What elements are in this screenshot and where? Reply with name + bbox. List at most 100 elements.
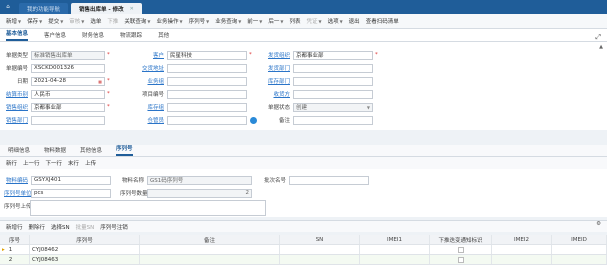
batch-sn-button[interactable]: 批量SN: [76, 223, 95, 231]
select-sn-button[interactable]: 选择SN: [51, 223, 70, 231]
tab-customer-info[interactable]: 客户信息: [44, 31, 66, 41]
qty-input[interactable]: 2: [147, 188, 252, 198]
stock-dept-input[interactable]: [293, 76, 373, 86]
toolbar-item-6[interactable]: 关联查询▼: [124, 17, 150, 25]
stockkeeper-input[interactable]: [167, 115, 247, 125]
bill-type-input[interactable]: 标准销售出库单: [31, 50, 105, 60]
field-delivery-dept: 发货部门: [266, 63, 373, 73]
tab-serial-no[interactable]: 序列号: [116, 144, 133, 156]
toolbar-item-1[interactable]: 保存▼: [27, 17, 42, 25]
customer-input[interactable]: 民星科技: [167, 50, 247, 60]
toolbar-item-9[interactable]: 业务查询▼: [215, 17, 241, 25]
tab-logistics[interactable]: 物流跟踪: [120, 31, 142, 41]
toolbar-item-5[interactable]: 下推: [107, 17, 118, 25]
chevron-down-icon: ▼: [179, 19, 183, 24]
chevron-down-icon: ▼: [259, 19, 263, 24]
tab-other[interactable]: 其他: [158, 31, 169, 41]
tab-other-info[interactable]: 其他信息: [80, 146, 102, 156]
tab-basic-info[interactable]: 基本信息: [6, 29, 29, 41]
material-name-input[interactable]: GS1码序列号: [147, 175, 252, 185]
grid-toolbar: 新增行 删除行 选择SN 批量SN 序列号注销: [0, 220, 607, 232]
material-code-input[interactable]: GSYXJ401: [31, 175, 111, 185]
grid-header: 序号 序列号 备注 SN IMEI1 下推迭变通知标识 IMEI2 IMEID: [0, 235, 607, 245]
field-material-name: 物料名称 GS1码序列号: [120, 175, 252, 185]
stock-group-input[interactable]: [167, 102, 247, 112]
remark-input[interactable]: [293, 115, 373, 125]
field-receiver: 收货方: [266, 89, 373, 99]
receiver-input[interactable]: [293, 89, 373, 99]
last-row-button[interactable]: 末行: [68, 159, 79, 167]
field-currency: 结算币别 人民币 *: [5, 89, 110, 99]
serial-cancel-button[interactable]: 序列号注销: [100, 223, 128, 231]
tab-detail-info[interactable]: 明细信息: [8, 146, 30, 156]
window-titlebar: ⌂ 我的功能导航 销售出库单 - 修改 ✕: [0, 0, 607, 14]
toolbar-item-3[interactable]: 审核▼: [69, 17, 84, 25]
field-project-no: 项目编号: [140, 89, 247, 99]
home-icon: ⌂: [6, 4, 10, 10]
chevron-down-icon: ▼: [147, 19, 151, 24]
bill-no-input[interactable]: XSCKD001326: [31, 63, 105, 73]
chevron-down-icon: ▼: [366, 104, 370, 110]
toolbar-item-2[interactable]: 提交▼: [48, 17, 63, 25]
first-row-button[interactable]: 新行: [6, 159, 17, 167]
delivery-dept-input[interactable]: [293, 63, 373, 73]
serial-upload-textarea[interactable]: [30, 200, 266, 216]
serial-grid: 序号 序列号 备注 SN IMEI1 下推迭变通知标识 IMEI2 IMEID …: [0, 235, 607, 274]
toolbar-item-13[interactable]: 凭证▼: [306, 17, 321, 25]
toolbar-item-16[interactable]: 查看扫码清单: [366, 17, 399, 25]
next-row-button[interactable]: 下一行: [46, 159, 63, 167]
toolbar-item-12[interactable]: 列表: [289, 17, 300, 25]
refresh-icon[interactable]: [250, 116, 257, 124]
field-customer: 客户 民星科技 *: [152, 50, 252, 60]
field-consignee: 交货地址: [140, 63, 247, 73]
field-doc-status: 单据状态 创建 ▼: [266, 102, 373, 112]
batch-no-input[interactable]: [289, 175, 369, 185]
push-flag-checkbox[interactable]: [457, 246, 464, 253]
upload-button[interactable]: 上传: [85, 159, 96, 167]
home-button[interactable]: ⌂: [0, 0, 16, 14]
field-sales-org: 销售组织 京都事业部 *: [5, 102, 110, 112]
salesman-group-input[interactable]: [167, 76, 247, 86]
chevron-down-icon: ▼: [238, 19, 242, 24]
serial-form: 物料编码 GSYXJ401 序列号单位 pcs 序列号上传 物料名称 GS1码序…: [0, 169, 607, 217]
chevron-down-icon: ▼: [39, 19, 43, 24]
field-stock-group: 库存组: [140, 102, 247, 112]
collapse-icon[interactable]: ▲: [599, 44, 603, 50]
chevron-down-icon: ▼: [206, 19, 210, 24]
sales-dept-input[interactable]: [31, 115, 105, 125]
toolbar-item-7[interactable]: 业务操作▼: [157, 17, 183, 25]
sales-org-input[interactable]: 京都事业部: [31, 102, 105, 112]
toolbar-item-14[interactable]: 选项▼: [328, 17, 343, 25]
window-tab-current[interactable]: 销售出库单 - 修改 ✕: [71, 3, 142, 14]
date-input[interactable]: 2021-04-28 ▦: [31, 76, 105, 86]
gear-icon[interactable]: ⚙: [596, 221, 601, 227]
table-row[interactable]: ▸ 1 CYJ08462: [0, 245, 607, 255]
chevron-down-icon: ▼: [18, 19, 22, 24]
toolbar-item-4[interactable]: 选单: [90, 17, 101, 25]
expand-icon[interactable]: ⤢: [595, 33, 601, 42]
table-row[interactable]: ▸2 CYJ08463: [0, 255, 607, 265]
toolbar-item-11[interactable]: 后一▼: [268, 17, 283, 25]
tab-finance-info[interactable]: 财务信息: [82, 31, 104, 41]
toolbar-item-10[interactable]: 前一▼: [247, 17, 262, 25]
calendar-icon[interactable]: ▦: [98, 79, 102, 84]
unit-input[interactable]: pcs: [31, 188, 111, 198]
toolbar-item-0[interactable]: 新增▼: [6, 17, 21, 25]
tab-material-data[interactable]: 物料数据: [44, 146, 66, 156]
close-icon[interactable]: ✕: [130, 6, 134, 12]
delivery-org-input[interactable]: 京都事业部: [293, 50, 373, 60]
toolbar-item-15[interactable]: 退出: [349, 17, 360, 25]
doc-status-input[interactable]: 创建 ▼: [293, 102, 373, 112]
chevron-down-icon: ▼: [81, 19, 85, 24]
consignee-input[interactable]: [167, 63, 247, 73]
currency-input[interactable]: 人民币: [31, 89, 105, 99]
chevron-down-icon: ▼: [339, 19, 343, 24]
header-form: 单据类型 标准销售出库单 * 单据编号 XSCKD001326 日期 2021-0…: [0, 42, 607, 130]
push-flag-checkbox[interactable]: [457, 256, 464, 263]
add-row-button[interactable]: 新增行: [6, 223, 23, 231]
window-tab-nav[interactable]: 我的功能导航: [19, 3, 69, 14]
toolbar-item-8[interactable]: 序列号▼: [189, 17, 210, 25]
prev-row-button[interactable]: 上一行: [23, 159, 40, 167]
delete-row-button[interactable]: 删除行: [29, 223, 46, 231]
project-no-input[interactable]: [167, 89, 247, 99]
